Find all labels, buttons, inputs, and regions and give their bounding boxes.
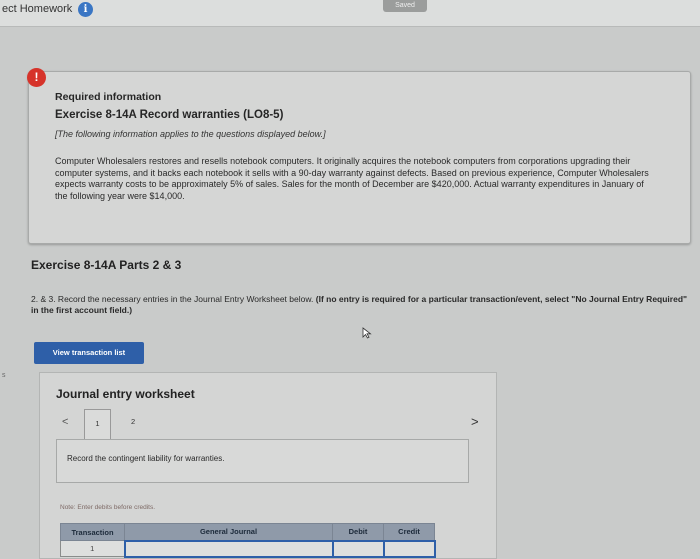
instructions: 2. & 3. Record the necessary entries in … bbox=[31, 294, 691, 316]
page-tab-1[interactable]: 1 bbox=[84, 409, 111, 439]
header-divider bbox=[0, 26, 700, 27]
transaction-number: 1 bbox=[60, 540, 125, 557]
worksheet-title: Journal entry worksheet bbox=[56, 387, 195, 401]
column-header-debit: Debit bbox=[332, 523, 384, 541]
top-bar: ect Homework i Saved bbox=[0, 0, 700, 26]
account-field[interactable] bbox=[123, 539, 334, 558]
journal-header-row: Transaction General Journal Debit Credit bbox=[60, 523, 435, 541]
parts-title: Exercise 8-14A Parts 2 & 3 bbox=[31, 258, 182, 272]
task-description: Record the contingent liability for warr… bbox=[67, 454, 225, 463]
info-note: [The following information applies to th… bbox=[55, 129, 326, 139]
instruction-text: 2. & 3. Record the necessary entries in … bbox=[31, 294, 314, 304]
exercise-description: Computer Wholesalers restores and resell… bbox=[55, 156, 649, 201]
next-arrow-icon[interactable]: > bbox=[471, 414, 479, 429]
table-row: 1 bbox=[60, 539, 436, 558]
debit-credit-note: Note: Enter debits before credits. bbox=[60, 504, 156, 511]
view-transaction-list-button[interactable]: View transaction list bbox=[34, 342, 144, 364]
side-marker: s bbox=[2, 372, 6, 379]
exercise-title: Exercise 8-14A Record warranties (LO8-5) bbox=[55, 109, 284, 121]
alert-icon: ! bbox=[27, 68, 46, 87]
column-header-transaction: Transaction bbox=[60, 523, 125, 541]
required-information-card: Required information Exercise 8-14A Reco… bbox=[28, 71, 691, 244]
journal-entry-worksheet: Journal entry worksheet < 1 2 > Record t… bbox=[39, 372, 497, 559]
journal-table: Transaction General Journal Debit Credit… bbox=[60, 523, 436, 558]
column-header-general-journal: General Journal bbox=[124, 523, 333, 541]
column-header-credit: Credit bbox=[383, 523, 435, 541]
task-description-box: Record the contingent liability for warr… bbox=[56, 439, 469, 483]
prev-arrow-icon[interactable]: < bbox=[62, 416, 68, 428]
page-tab-2[interactable]: 2 bbox=[131, 417, 135, 426]
saved-status: Saved bbox=[383, 0, 427, 12]
debit-field[interactable] bbox=[331, 539, 385, 558]
required-info-heading: Required information bbox=[55, 91, 162, 103]
mouse-cursor-icon bbox=[362, 327, 372, 339]
credit-field[interactable] bbox=[382, 539, 436, 558]
info-icon[interactable]: i bbox=[78, 2, 93, 17]
homework-title: ect Homework bbox=[2, 3, 73, 15]
